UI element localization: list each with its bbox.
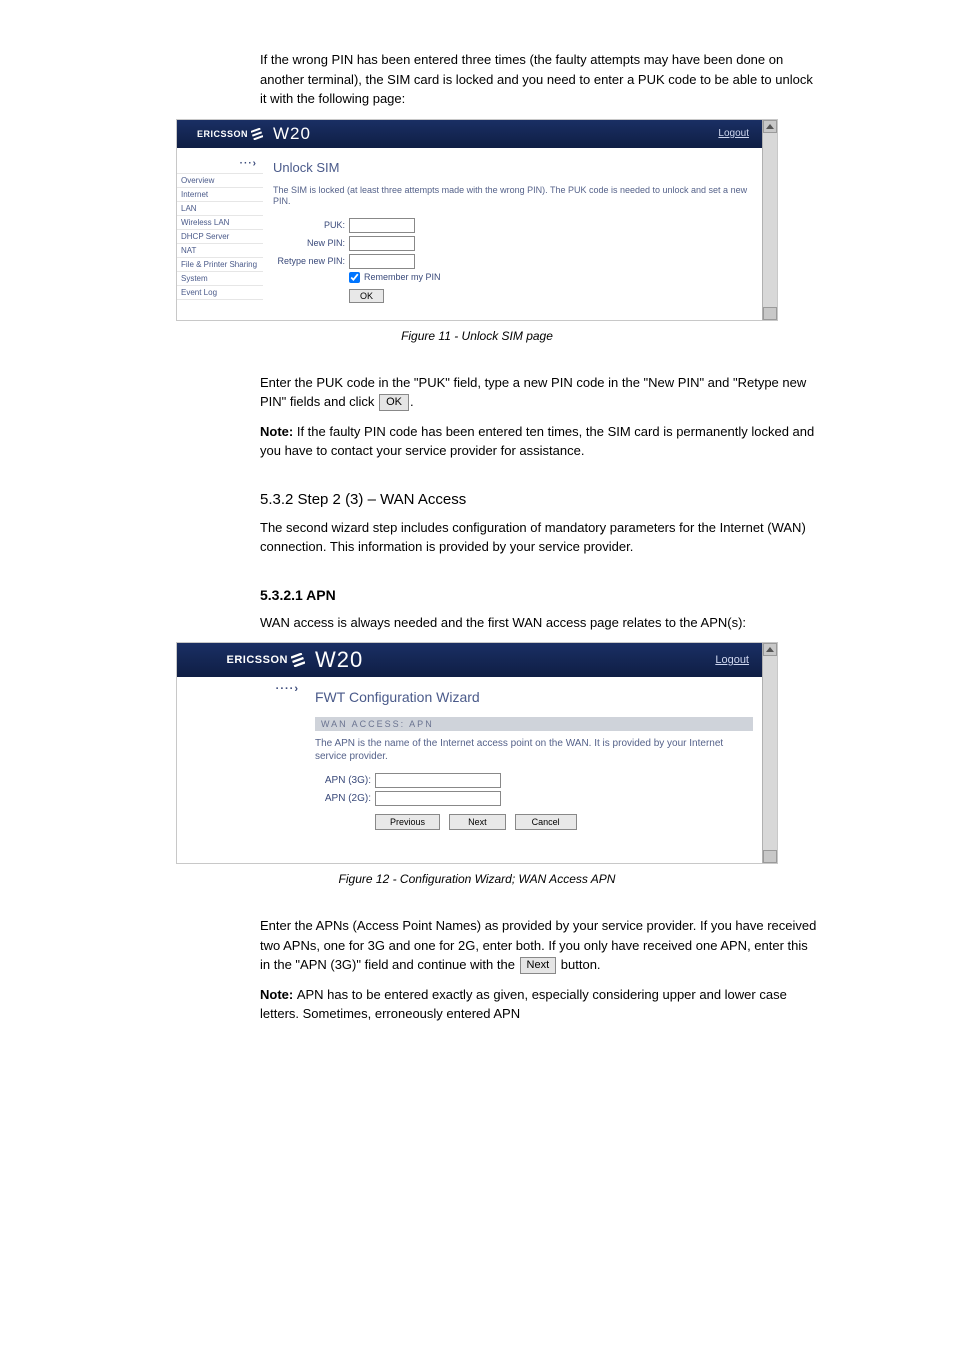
apn-intro: WAN access is always needed and the firs…: [260, 613, 820, 633]
puk-input[interactable]: [349, 218, 415, 233]
retype-input[interactable]: [349, 254, 415, 269]
unlock-sim-screenshot: ERICSSON W20 Logout ···› Overview Intern…: [176, 119, 778, 321]
apn3g-label: APN (3G):: [315, 775, 375, 786]
logout-link[interactable]: Logout: [718, 128, 749, 139]
apn2g-label: APN (2G):: [315, 793, 375, 804]
header-banner: ERICSSON W20 Logout: [177, 120, 763, 148]
scroll-down-icon: [766, 311, 774, 316]
scroll-down-icon: [766, 854, 774, 859]
sidebar: ···› Overview Internet LAN Wireless LAN …: [177, 148, 263, 319]
brand-text: ERICSSON: [197, 129, 248, 139]
unlock-sim-lead: The SIM is locked (at least three attemp…: [273, 185, 753, 208]
sidebar-item-internet[interactable]: Internet: [177, 187, 263, 201]
header-banner: ERICSSON W20 Logout: [177, 643, 763, 677]
next-inline-button: Next: [520, 957, 557, 974]
remember-label: Remember my PIN: [364, 272, 441, 282]
figure-12-caption: Figure 12 - Configuration Wizard; WAN Ac…: [177, 872, 777, 886]
sidebar-item-lan[interactable]: LAN: [177, 201, 263, 215]
newpin-input[interactable]: [349, 236, 415, 251]
sidebar-item-fileprint[interactable]: File & Printer Sharing: [177, 257, 263, 271]
step-2-heading: 5.3.2 Step 2 (3) – WAN Access: [260, 491, 894, 508]
sidebar-item-wlan[interactable]: Wireless LAN: [177, 215, 263, 229]
apn3g-input[interactable]: [375, 773, 501, 788]
ericsson-logo-icon: [251, 128, 263, 140]
apn-sub-heading: 5.3.2.1 APN: [260, 587, 894, 603]
sidebar-item-eventlog[interactable]: Event Log: [177, 285, 263, 300]
retype-label: Retype new PIN:: [273, 256, 349, 266]
next-button[interactable]: Next: [449, 814, 506, 830]
figure-11-caption: Figure 11 - Unlock SIM page: [177, 329, 777, 343]
intro-text: If the wrong PIN has been entered three …: [260, 50, 820, 109]
brand-cell: ERICSSON: [177, 643, 309, 677]
wizard-heading: FWT Configuration Wizard: [315, 689, 753, 705]
newpin-label: New PIN:: [273, 238, 349, 248]
scrollbar[interactable]: [762, 643, 777, 863]
sidebar-item-dhcp[interactable]: DHCP Server: [177, 229, 263, 243]
wan-access-section-bar: WAN ACCESS: APN: [315, 717, 753, 731]
apn2g-input[interactable]: [375, 791, 501, 806]
wan-apn-lead: The APN is the name of the Internet acce…: [315, 737, 753, 763]
step-2-intro: The second wizard step includes configur…: [260, 518, 820, 557]
ericsson-logo-icon: [291, 653, 305, 667]
product-title: W20: [309, 643, 715, 677]
apn-instructions: Enter the APNs (Access Point Names) as p…: [260, 916, 820, 975]
wan-apn-screenshot: ERICSSON W20 Logout ····› FWT Configurat…: [176, 642, 778, 864]
sidebar-item-nat[interactable]: NAT: [177, 243, 263, 257]
scroll-up-icon: [766, 124, 774, 129]
puk-note: Note: If the faulty PIN code has been en…: [260, 422, 820, 461]
ok-inline-button: OK: [379, 394, 409, 411]
cancel-button[interactable]: Cancel: [515, 814, 577, 830]
unlock-sim-heading: Unlock SIM: [273, 160, 753, 175]
product-title: W20: [267, 120, 718, 148]
scrollbar[interactable]: [762, 120, 777, 320]
puk-label: PUK:: [273, 220, 349, 230]
sidebar-item-overview[interactable]: Overview: [177, 173, 263, 187]
apn-note: Note: APN has to be entered exactly as g…: [260, 985, 820, 1024]
previous-button[interactable]: Previous: [375, 814, 440, 830]
breadcrumb-dots-icon: ····›: [177, 677, 305, 699]
logout-link[interactable]: Logout: [715, 654, 749, 666]
brand-text: ERICSSON: [227, 654, 288, 666]
sidebar-item-system[interactable]: System: [177, 271, 263, 285]
brand-cell: ERICSSON: [177, 120, 267, 148]
ok-button[interactable]: OK: [349, 289, 384, 303]
puk-instructions: Enter the PUK code in the "PUK" field, t…: [260, 373, 820, 412]
breadcrumb-dots-icon: ···›: [177, 154, 263, 173]
scroll-up-icon: [766, 647, 774, 652]
remember-checkbox[interactable]: [349, 272, 360, 283]
